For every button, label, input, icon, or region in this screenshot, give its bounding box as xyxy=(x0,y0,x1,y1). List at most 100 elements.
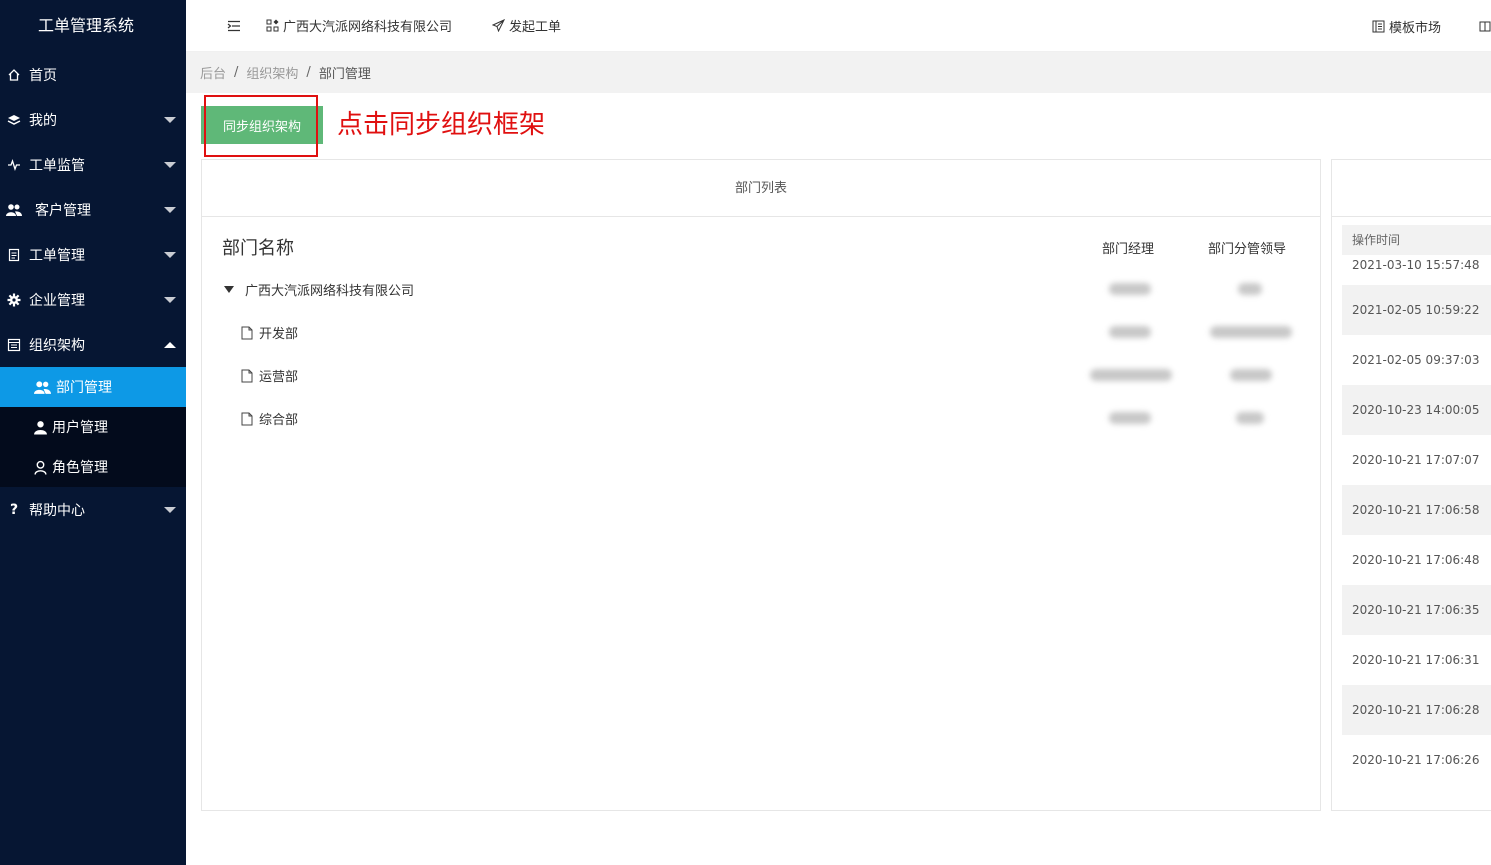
log-row: 2020-10-21 17:07:07 xyxy=(1352,453,1480,467)
sidebar-item-label: 企业管理 xyxy=(29,292,85,309)
caret-down-icon[interactable] xyxy=(224,286,234,293)
log-row: 2020-10-21 17:06:35 xyxy=(1342,585,1491,635)
chevron-down-icon xyxy=(164,251,176,258)
sidebar-item-label: 帮助中心 xyxy=(29,502,85,519)
chevron-down-icon xyxy=(164,296,176,303)
tree-row: 运营部 xyxy=(202,364,1320,388)
leader-redacted xyxy=(1210,326,1292,338)
log-row: 2020-10-21 17:06:31 xyxy=(1352,653,1480,667)
company-switch[interactable]: 广西大汽派网络科技有限公司 xyxy=(266,16,452,35)
dept-name: 广西大汽派网络科技有限公司 xyxy=(245,284,415,299)
book-icon[interactable] xyxy=(1479,20,1491,32)
sidebar-item-label: 客户管理 xyxy=(35,202,91,219)
menu-toggle-button[interactable] xyxy=(220,12,248,40)
log-row: 2021-02-05 09:37:03 xyxy=(1352,353,1480,367)
app-title: 工单管理系统 xyxy=(37,16,134,35)
chevron-down-icon xyxy=(164,506,176,513)
sidebar-item-label: 部门管理 xyxy=(56,380,112,396)
sidebar-item-help[interactable]: ? 帮助中心 xyxy=(0,487,186,532)
question-icon: ? xyxy=(9,501,19,518)
tree-node[interactable]: 综合部 xyxy=(241,409,298,428)
company-name: 广西大汽派网络科技有限公司 xyxy=(283,20,453,35)
template-icon xyxy=(1372,20,1385,32)
file-icon xyxy=(241,369,253,382)
chevron-down-icon xyxy=(164,206,176,213)
col-dept-leader: 部门分管领导 xyxy=(1208,242,1287,257)
log-row: 2020-10-21 17:06:48 xyxy=(1352,553,1480,567)
org-icon xyxy=(6,337,22,353)
annotation-text: 点击同步组织框架 xyxy=(337,110,546,140)
sidebar-item-mine[interactable]: 我的 xyxy=(0,97,186,142)
new-ticket-label: 发起工单 xyxy=(509,20,562,35)
sidebar-item-label: 工单监管 xyxy=(29,157,85,174)
manager-redacted xyxy=(1109,283,1151,295)
sidebar-item-dept-management[interactable]: 部门管理 xyxy=(0,367,186,407)
tree-node-root[interactable]: 广西大汽派网络科技有限公司 xyxy=(223,280,414,299)
user-icon xyxy=(32,419,48,435)
tree-row: 开发部 xyxy=(202,321,1320,345)
sidebar-item-org[interactable]: 组织架构 xyxy=(0,322,186,367)
log-row: 2021-03-10 15:57:48 xyxy=(1352,258,1480,272)
top-header: 广西大汽派网络科技有限公司 发起工单 模板市场 xyxy=(186,0,1491,52)
breadcrumb: 后台 / 组织架构 / 部门管理 xyxy=(186,52,1491,93)
sidebar-item-label: 组织架构 xyxy=(29,337,85,354)
sidebar-item-tickets[interactable]: 工单管理 xyxy=(0,232,186,277)
leader-redacted xyxy=(1230,369,1272,381)
file-icon xyxy=(241,326,253,339)
tree-row-root: 广西大汽派网络科技有限公司 xyxy=(202,278,1320,302)
file-icon xyxy=(241,412,253,425)
org-submenu: 部门管理 用户管理 角色管理 xyxy=(0,367,186,487)
manager-redacted xyxy=(1109,412,1151,424)
template-market-link[interactable]: 模板市场 xyxy=(1372,0,1441,52)
log-row: 2020-10-21 17:06:28 xyxy=(1342,685,1491,735)
new-ticket-link[interactable]: 发起工单 xyxy=(492,16,561,35)
leader-redacted xyxy=(1238,283,1262,295)
dept-name: 运营部 xyxy=(259,370,299,385)
breadcrumb-org[interactable]: 组织架构 xyxy=(246,63,298,82)
tree-node[interactable]: 运营部 xyxy=(241,366,298,385)
sidebar-item-label: 工单管理 xyxy=(29,247,85,264)
dept-name: 开发部 xyxy=(259,327,299,342)
log-row: 2021-02-05 10:59:22 xyxy=(1342,285,1491,335)
sidebar-item-enterprise[interactable]: 企业管理 xyxy=(0,277,186,322)
gear-icon xyxy=(6,292,22,308)
breadcrumb-separator: / xyxy=(234,65,239,80)
tree-node[interactable]: 开发部 xyxy=(241,323,298,342)
pulse-icon xyxy=(6,157,22,173)
log-table: 操作时间 2021-03-10 15:57:48 2021-02-05 10:5… xyxy=(1342,225,1491,785)
apps-icon xyxy=(266,19,279,32)
send-icon xyxy=(492,19,506,32)
log-panel-head xyxy=(1332,160,1491,217)
chevron-up-icon xyxy=(164,341,176,348)
sidebar-item-ticket-supervision[interactable]: 工单监管 xyxy=(0,142,186,187)
breadcrumb-current: 部门管理 xyxy=(318,67,371,82)
layers-icon xyxy=(6,112,22,128)
breadcrumb-home[interactable]: 后台 xyxy=(200,63,226,82)
home-icon xyxy=(6,67,22,83)
users-icon xyxy=(6,202,22,218)
panel-title: 部门列表 xyxy=(202,160,1320,217)
sidebar-item-label: 首页 xyxy=(29,67,57,84)
log-row: 2020-10-21 17:06:26 xyxy=(1352,753,1480,767)
user-outline-icon xyxy=(32,459,48,475)
sidebar-item-role-management[interactable]: 角色管理 xyxy=(0,447,186,487)
chevron-down-icon xyxy=(164,161,176,168)
manager-redacted xyxy=(1109,326,1151,338)
col-dept-manager: 部门经理 xyxy=(1102,242,1155,257)
sync-org-button[interactable]: 同步组织架构 xyxy=(201,106,323,144)
sidebar-item-label: 角色管理 xyxy=(52,460,108,476)
sidebar-item-user-management[interactable]: 用户管理 xyxy=(0,407,186,447)
tree-row: 综合部 xyxy=(202,407,1320,431)
clipboard-icon xyxy=(6,247,22,263)
sidebar-item-label: 我的 xyxy=(29,112,57,129)
users-icon xyxy=(32,379,52,395)
sidebar: 工单管理系统 首页 我的 工单监管 客户管理 工单管理 企业管理 组织架构 部门… xyxy=(0,0,186,865)
template-market-label: 模板市场 xyxy=(1388,20,1441,36)
sidebar-item-label: 用户管理 xyxy=(52,420,108,436)
dept-list-panel: 部门列表 部门名称 部门经理 部门分管领导 广西大汽派网络科技有限公司 开发部 … xyxy=(201,159,1321,811)
col-dept-name: 部门名称 xyxy=(222,238,294,259)
sidebar-item-home[interactable]: 首页 xyxy=(0,52,186,97)
dept-table-header: 部门名称 部门经理 部门分管领导 xyxy=(202,234,1320,259)
sidebar-item-customers[interactable]: 客户管理 xyxy=(0,187,186,232)
breadcrumb-separator: / xyxy=(306,65,311,80)
